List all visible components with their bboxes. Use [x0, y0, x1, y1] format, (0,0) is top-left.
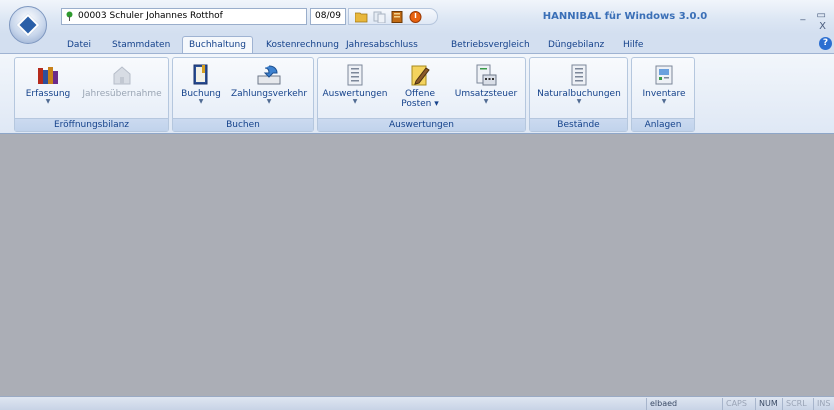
posten-text: Posten: [401, 99, 432, 109]
group-label-bestaende: Bestände: [530, 118, 627, 131]
copy-icon[interactable]: [373, 11, 386, 23]
group-label-anlagen: Anlagen: [632, 118, 694, 131]
app-title: HANNIBAL für Windows 3.0.0: [542, 11, 708, 22]
journal-icon[interactable]: [391, 11, 404, 23]
buchung-button[interactable]: Buchung ▼: [177, 60, 225, 118]
umsatzsteuer-button[interactable]: Umsatzsteuer ▼: [452, 60, 520, 118]
application-menu-button[interactable]: [9, 6, 47, 44]
chevron-down-icon: ▼: [266, 98, 272, 105]
pin-icon: [66, 11, 73, 21]
help-icon[interactable]: ?: [819, 37, 832, 50]
tab-stammdaten[interactable]: Stammdaten: [112, 37, 170, 54]
tab-jahresabschluss[interactable]: Jahresabschluss: [346, 37, 418, 54]
open-folder-icon[interactable]: [355, 11, 368, 23]
ribbon-tabs: Datei Stammdaten Buchhaltung Kostenrechn…: [0, 34, 834, 55]
status-num: NUM: [755, 398, 782, 410]
stock-icon: [571, 64, 587, 86]
group-label-auswertungen: Auswertungen: [318, 118, 525, 131]
payment-icon: [257, 65, 281, 85]
zahlungsverkehr-button[interactable]: Zahlungsverkehr ▼: [229, 60, 309, 118]
chevron-down-icon: ▼: [483, 98, 489, 105]
status-ins: INS: [813, 398, 834, 410]
tab-duengebilanz[interactable]: Düngebilanz: [548, 37, 604, 54]
window-controls[interactable]: _ ▭ X: [790, 10, 830, 32]
status-user: elbaed: [646, 398, 721, 410]
chevron-down-icon: ▼: [45, 98, 51, 105]
group-auswertungen: Auswertungen ▼ Offene Posten ▾ Umsatzste…: [317, 57, 526, 132]
chevron-down-icon: ▼: [352, 98, 358, 105]
inventory-icon: [655, 65, 673, 85]
naturalbuchungen-button[interactable]: Naturalbuchungen ▼: [534, 60, 624, 118]
group-eroeffnungsbilanz: Erfassung ▼ Jahresübernahme Eröffnungsbi…: [14, 57, 169, 132]
erfassung-button[interactable]: Erfassung ▼: [19, 60, 77, 118]
group-label-eroeffnungsbilanz: Eröffnungsbilanz: [15, 118, 168, 131]
group-anlagen: Inventare ▼ Anlagen: [631, 57, 695, 132]
status-scrl: SCRL: [782, 398, 813, 410]
status-caps: CAPS: [722, 398, 755, 410]
tab-datei[interactable]: Datei: [67, 37, 91, 54]
books-icon: [38, 67, 58, 84]
chevron-down-icon: ▼: [576, 98, 582, 105]
inventare-button[interactable]: Inventare ▼: [636, 60, 692, 118]
exit-icon[interactable]: [409, 11, 422, 23]
offene-label: Offene: [404, 89, 436, 99]
tab-hilfe[interactable]: Hilfe: [623, 37, 643, 54]
notepad-icon: [411, 65, 430, 86]
ledger-icon: [193, 64, 208, 85]
chevron-down-icon: ▼: [661, 98, 667, 105]
posten-label: Posten ▾: [401, 99, 439, 109]
jahresuebernahme-label: Jahresübernahme: [82, 89, 162, 99]
mandant-field[interactable]: 00003 Schuler Johannes Rotthof: [61, 8, 307, 25]
mandant-label: 00003 Schuler Johannes Rotthof: [78, 11, 223, 21]
chevron-down-icon: ▼: [198, 98, 204, 105]
auswertungen-button[interactable]: Auswertungen ▼: [322, 60, 388, 118]
mdi-workspace[interactable]: [0, 134, 834, 396]
app-logo-icon: [16, 13, 40, 37]
title-bar: 00003 Schuler Johannes Rotthof 08/09 HAN…: [0, 0, 834, 44]
group-label-buchen: Buchen: [173, 118, 313, 131]
tax-calc-icon: [476, 64, 497, 86]
house-transfer-icon: [113, 66, 131, 85]
offene-posten-button[interactable]: Offene Posten ▾: [392, 60, 448, 118]
tab-betriebsvergleich[interactable]: Betriebsvergleich: [451, 37, 530, 54]
quick-access-toolbar: [348, 8, 438, 25]
status-bar: elbaed CAPS NUM SCRL INS: [0, 396, 834, 410]
jahresuebernahme-button[interactable]: Jahresübernahme: [79, 60, 165, 118]
year-field[interactable]: 08/09: [310, 8, 346, 25]
group-buchen: Buchung ▼ Zahlungsverkehr ▼ Buchen: [172, 57, 314, 132]
ribbon: Erfassung ▼ Jahresübernahme Eröffnungsbi…: [0, 53, 834, 134]
group-bestaende: Naturalbuchungen ▼ Bestände: [529, 57, 628, 132]
report-icon: [347, 64, 363, 86]
tab-kostenrechnung[interactable]: Kostenrechnung: [266, 37, 339, 54]
